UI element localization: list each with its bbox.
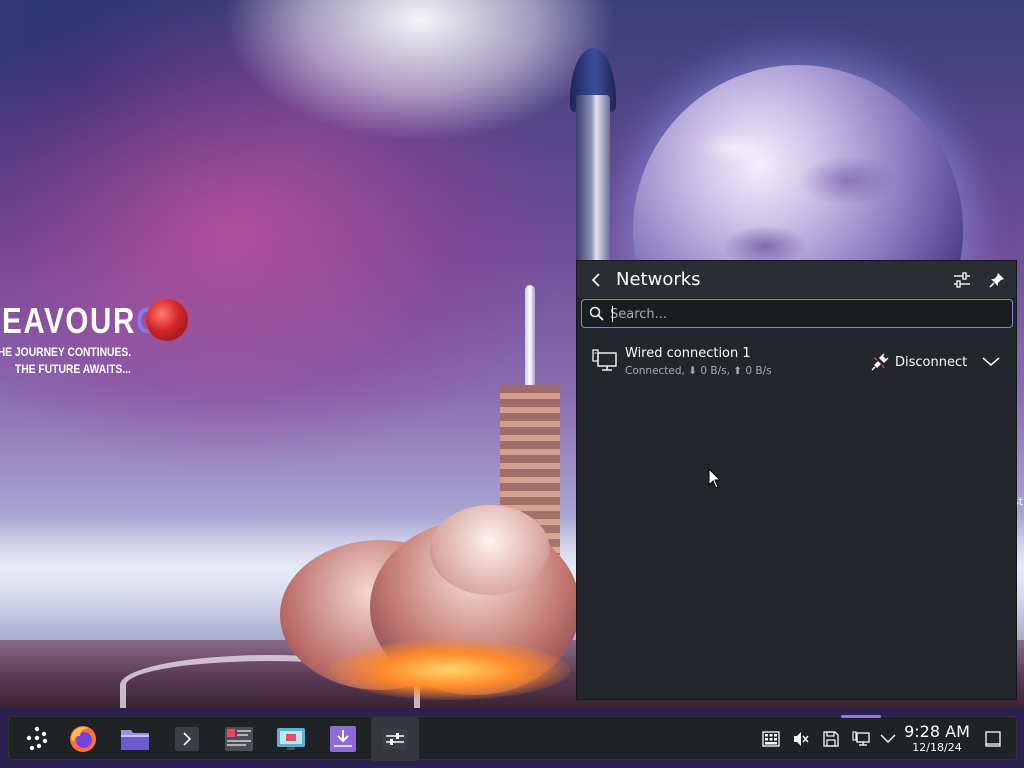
wallpaper-tagline-line-1: S, THE JOURNEY CONTINUES. — [0, 345, 131, 359]
disks-button[interactable] — [819, 727, 843, 751]
display-settings-button[interactable] — [267, 717, 315, 761]
system-monitor-button[interactable] — [215, 717, 263, 761]
network-connection-item[interactable]: Wired connection 1 Connected, ⬇ 0 B/s, ⬆… — [581, 337, 1013, 387]
wallpaper-rocket-booster — [525, 285, 535, 385]
terminal-button[interactable] — [163, 717, 211, 761]
show-desktop-icon — [985, 731, 1001, 747]
system-settings-button[interactable] — [371, 717, 419, 761]
configure-networks-button[interactable] — [949, 267, 975, 293]
expand-connection-button[interactable] — [979, 350, 1003, 374]
system-monitor-icon — [225, 727, 253, 751]
wallpaper-rocket-fire — [330, 640, 570, 700]
configure-sliders-icon — [954, 272, 970, 288]
disconnect-button[interactable]: Disconnect — [871, 349, 967, 375]
pin-popup-button[interactable] — [984, 267, 1010, 293]
connection-name: Wired connection 1 — [625, 346, 751, 361]
software-updater-button[interactable] — [319, 717, 367, 761]
logo-title-main: EAVOUR — [2, 300, 136, 341]
search-field[interactable] — [581, 299, 1013, 328]
text-caret — [612, 306, 613, 322]
pin-icon — [989, 273, 1004, 288]
disconnect-label: Disconnect — [895, 354, 968, 370]
firefox-button[interactable] — [59, 717, 107, 761]
wallpaper-smoke-cloud — [430, 505, 550, 595]
speaker-muted-icon — [794, 732, 809, 746]
show-hidden-icons-button[interactable] — [876, 727, 900, 751]
popup-header: Networks — [577, 261, 1016, 299]
disk-icon — [823, 731, 839, 747]
keyboard-icon — [762, 731, 780, 747]
search-icon — [589, 306, 605, 322]
clock-time: 9:28 AM — [904, 722, 970, 741]
network-tray-button[interactable] — [849, 727, 873, 751]
volume-button[interactable] — [789, 727, 813, 751]
endeavouros-moon-logo-icon — [146, 299, 188, 341]
connection-status: Connected, ⬇ 0 B/s, ⬆ 0 B/s — [625, 365, 772, 377]
endeavouros-launcher-icon — [26, 726, 48, 751]
taskbar: 9:28 AM 12/18/24 — [8, 715, 1017, 761]
chevron-down-icon — [982, 357, 1000, 366]
display-settings-icon — [277, 728, 305, 750]
keyboard-layout-button[interactable] — [759, 727, 783, 751]
back-button[interactable] — [585, 268, 609, 292]
clock-date: 12/18/24 — [912, 741, 962, 754]
networks-popup: Networks Search... Wired connection 1 Co… — [576, 260, 1017, 700]
wired-network-icon — [592, 349, 618, 373]
file-manager-button[interactable] — [111, 717, 159, 761]
popup-title: Networks — [616, 269, 701, 290]
chevron-down-icon — [880, 734, 896, 743]
wallpaper-tagline-line-2: THE FUTURE AWAITS... — [14, 362, 131, 376]
application-launcher-button[interactable] — [13, 717, 61, 761]
settings-sliders-icon — [383, 729, 407, 749]
disconnect-plug-icon — [871, 353, 889, 371]
clock[interactable]: 9:28 AM 12/18/24 — [902, 723, 972, 755]
active-tray-indicator — [841, 715, 881, 718]
terminal-icon — [175, 727, 199, 751]
chevron-left-icon — [591, 273, 600, 287]
wired-network-icon — [852, 731, 870, 746]
show-desktop-button[interactable] — [981, 727, 1005, 751]
download-update-icon — [330, 726, 356, 752]
firefox-icon — [70, 726, 96, 752]
folder-icon — [121, 730, 149, 750]
mouse-cursor-icon — [708, 468, 722, 489]
search-input[interactable] — [610, 303, 1005, 325]
